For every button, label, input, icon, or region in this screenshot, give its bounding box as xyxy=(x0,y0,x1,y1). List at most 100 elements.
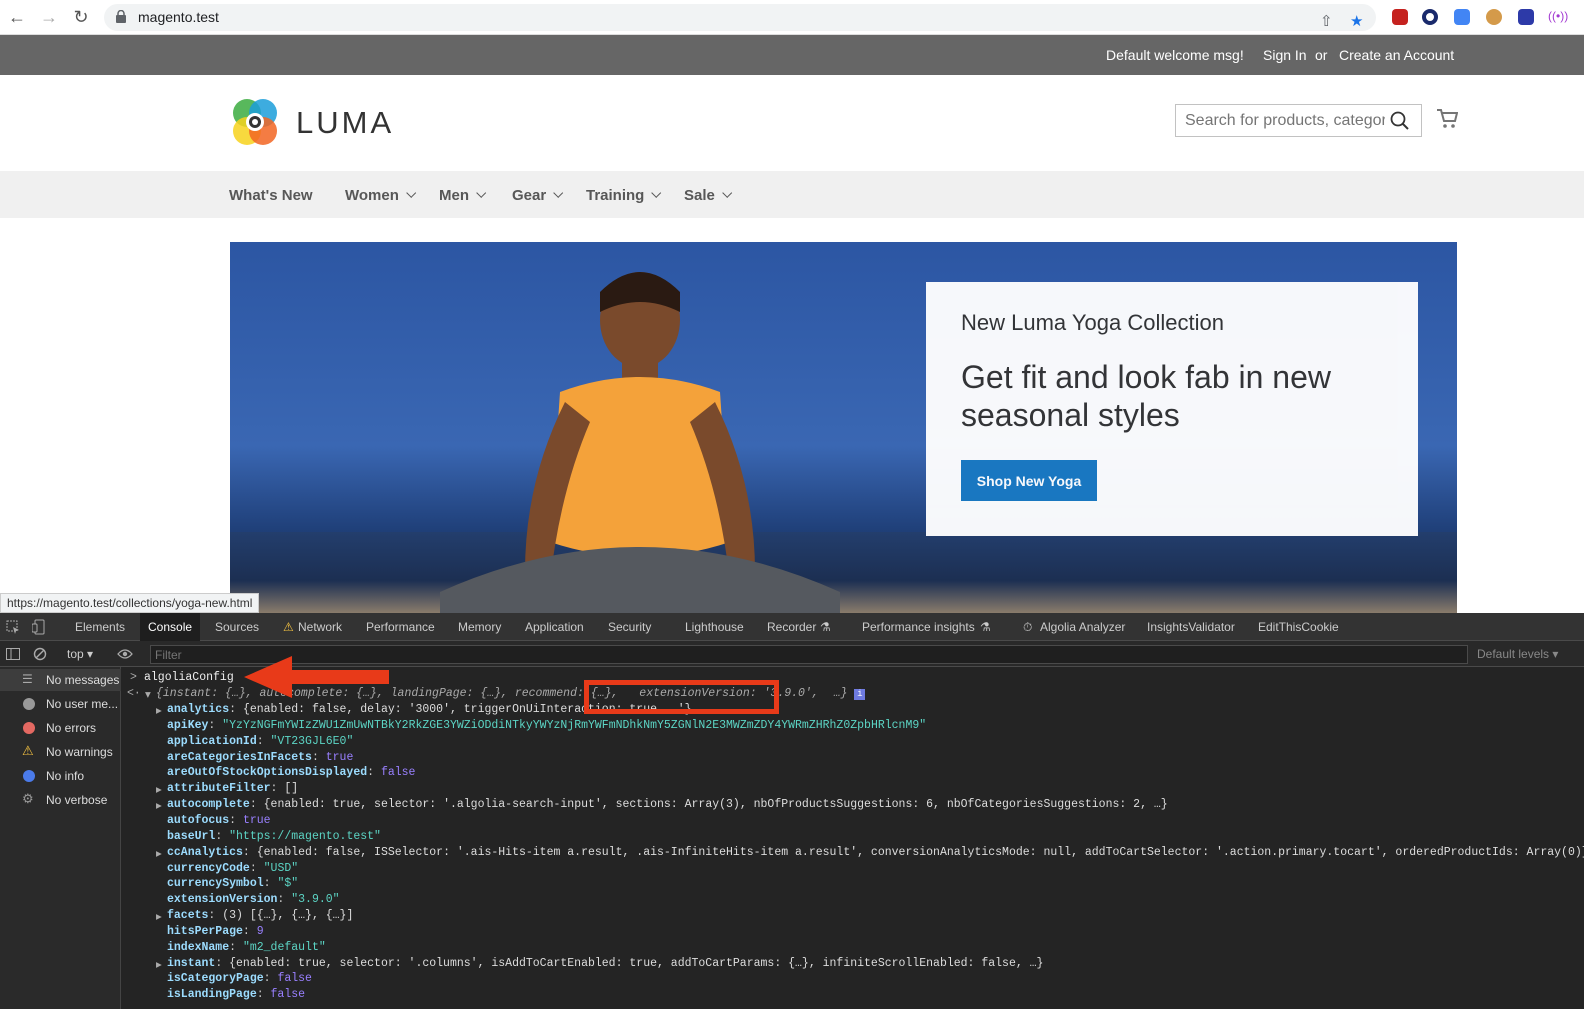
log-levels-dropdown[interactable]: Default levels ▾ xyxy=(1477,647,1558,661)
cart-icon[interactable] xyxy=(1436,108,1458,130)
console-property-line[interactable]: ▸ autocomplete: {enabled: true, selector:… xyxy=(156,798,1168,813)
shop-new-yoga-button[interactable]: Shop New Yoga xyxy=(961,460,1097,501)
back-icon[interactable]: ← xyxy=(6,6,28,28)
extension-cookie-icon[interactable] xyxy=(1486,9,1502,25)
bookmark-star-icon[interactable]: ★ xyxy=(1350,12,1363,30)
sidebar-item-verbose[interactable]: ⚙ No verbose xyxy=(0,789,121,811)
forward-icon[interactable]: → xyxy=(38,6,60,28)
nav-label: Sale xyxy=(684,187,715,204)
info-icon xyxy=(23,770,35,782)
nav-item-women[interactable]: Women xyxy=(345,187,417,204)
console-property-line[interactable]: ▸ facets: (3) [{…}, {…}, {…}] xyxy=(156,909,353,924)
expand-triangle-icon[interactable]: ▸ xyxy=(156,782,162,797)
tab-performance-insights[interactable]: Performance insights xyxy=(862,620,975,634)
luma-logo-icon[interactable] xyxy=(230,97,280,147)
property-colon: : xyxy=(249,798,264,812)
tab-application[interactable]: Application xyxy=(525,620,584,634)
sign-in-link[interactable]: Sign In xyxy=(1263,47,1307,63)
tab-security[interactable]: Security xyxy=(608,620,651,634)
sidebar-item-info[interactable]: No info xyxy=(0,765,121,787)
reload-icon[interactable]: ↻ xyxy=(70,6,92,28)
extension-timer-icon[interactable] xyxy=(1454,9,1470,25)
sidebar-label: No errors xyxy=(46,721,97,735)
inspect-element-icon[interactable] xyxy=(6,620,20,634)
console-property-line: autofocus: true xyxy=(167,814,271,827)
console-input-line: algoliaConfig xyxy=(144,671,234,684)
sidebar-toggle-icon[interactable] xyxy=(6,647,20,661)
console-property-line[interactable]: ▸ instant: {enabled: true, selector: '.co… xyxy=(156,956,1044,972)
nav-item-sale[interactable]: Sale xyxy=(684,187,733,204)
nav-label: What's New xyxy=(229,187,313,204)
property-value: true xyxy=(325,750,354,764)
extension-circle-icon[interactable] xyxy=(1422,9,1438,25)
share-icon[interactable]: ⇧ xyxy=(1320,12,1333,30)
sidebar-item-messages[interactable]: ☰ No messages xyxy=(0,669,121,691)
dropdown-arrow-icon: ▾ xyxy=(87,647,94,661)
user-icon xyxy=(23,698,35,710)
console-property-line: isLandingPage: false xyxy=(167,988,305,1001)
expand-triangle-icon[interactable]: ▸ xyxy=(156,846,162,861)
context-selector[interactable]: top ▾ xyxy=(67,647,93,661)
tab-console[interactable]: Console xyxy=(140,613,201,641)
tab-network[interactable]: Network xyxy=(298,620,342,634)
clear-console-icon[interactable] xyxy=(33,647,47,661)
nav-item-training[interactable]: Training xyxy=(586,187,662,204)
search-box[interactable] xyxy=(1175,104,1422,137)
expand-triangle-icon[interactable]: ▸ xyxy=(156,798,162,813)
expand-triangle-icon[interactable]: ▾ xyxy=(145,687,151,702)
search-input[interactable] xyxy=(1185,111,1385,131)
console-property-line[interactable]: ▸ attributeFilter: [] xyxy=(156,782,298,797)
tab-elements[interactable]: Elements xyxy=(75,620,125,634)
nav-label: Men xyxy=(439,187,469,204)
property-value: "$" xyxy=(277,877,299,891)
device-toolbar-icon[interactable] xyxy=(32,619,46,635)
tab-algolia-analyzer[interactable]: Algolia Analyzer xyxy=(1040,620,1125,634)
property-key: applicationId xyxy=(167,734,257,748)
list-icon: ☰ xyxy=(22,672,33,686)
tab-insights-validator[interactable]: InsightsValidator xyxy=(1147,620,1235,634)
expand-triangle-icon[interactable]: ▸ xyxy=(156,957,162,972)
eye-icon[interactable] xyxy=(117,648,133,660)
console-output[interactable]: > algoliaConfig <· ▾ {instant: {…}, auto… xyxy=(122,667,1584,1009)
property-colon: : xyxy=(242,845,257,859)
property-value: {enabled: true, selector: '.columns', is… xyxy=(229,956,1044,970)
create-account-link[interactable]: Create an Account xyxy=(1339,47,1454,63)
extension-broadcast-icon[interactable]: ((•)) xyxy=(1548,9,1568,25)
property-key: areOutOfStockOptionsDisplayed xyxy=(167,766,368,780)
tab-performance[interactable]: Performance xyxy=(366,620,435,634)
expand-triangle-icon[interactable]: ▸ xyxy=(156,703,162,718)
property-value: 9 xyxy=(256,924,264,938)
sidebar-item-user-messages[interactable]: No user me... xyxy=(0,693,121,715)
console-property-line: areOutOfStockOptionsDisplayed: false xyxy=(167,766,415,779)
nav-item-gear[interactable]: Gear xyxy=(512,187,564,204)
expand-triangle-icon[interactable]: ▸ xyxy=(156,909,162,924)
property-colon: : xyxy=(367,766,381,780)
sidebar-item-warnings[interactable]: ⚠ No warnings xyxy=(0,741,121,763)
tab-memory[interactable]: Memory xyxy=(458,620,501,634)
address-bar[interactable]: magento.test ⇧ ★ xyxy=(104,4,1376,31)
property-colon: : xyxy=(215,956,230,970)
main-navigation: What's New Women Men Gear Training Sale xyxy=(0,171,1584,218)
tab-editthiscookie[interactable]: EditThisCookie xyxy=(1258,620,1339,634)
tab-lighthouse[interactable]: Lighthouse xyxy=(685,620,744,634)
extension-algolia-icon[interactable] xyxy=(1518,9,1534,25)
tab-sources[interactable]: Sources xyxy=(215,620,259,634)
property-key: currencySymbol xyxy=(167,877,264,891)
sidebar-item-errors[interactable]: No errors xyxy=(0,717,121,739)
tab-recorder[interactable]: Recorder xyxy=(767,620,816,634)
sidebar-label: No user me... xyxy=(46,697,119,711)
nav-label: Women xyxy=(345,187,399,204)
logo-text[interactable]: LUMA xyxy=(296,105,394,141)
nav-item-men[interactable]: Men xyxy=(439,187,487,204)
console-property-line[interactable]: ▸ ccAnalytics: {enabled: false, ISSelecto… xyxy=(156,845,1584,861)
info-badge-icon: i xyxy=(854,689,866,700)
nav-item-whats-new[interactable]: What's New xyxy=(229,187,313,204)
property-colon: : xyxy=(229,703,243,716)
property-colon: : xyxy=(208,718,223,732)
search-icon[interactable] xyxy=(1390,111,1410,131)
console-property-line: apiKey: "YzYzNGFmYWIzZWU1ZmUwNTBkY2RkZGE… xyxy=(167,719,926,732)
property-value: false xyxy=(270,988,306,1002)
extension-calendar-icon[interactable] xyxy=(1392,9,1408,25)
property-colon: : xyxy=(256,734,271,748)
property-key: currencyCode xyxy=(167,861,250,875)
